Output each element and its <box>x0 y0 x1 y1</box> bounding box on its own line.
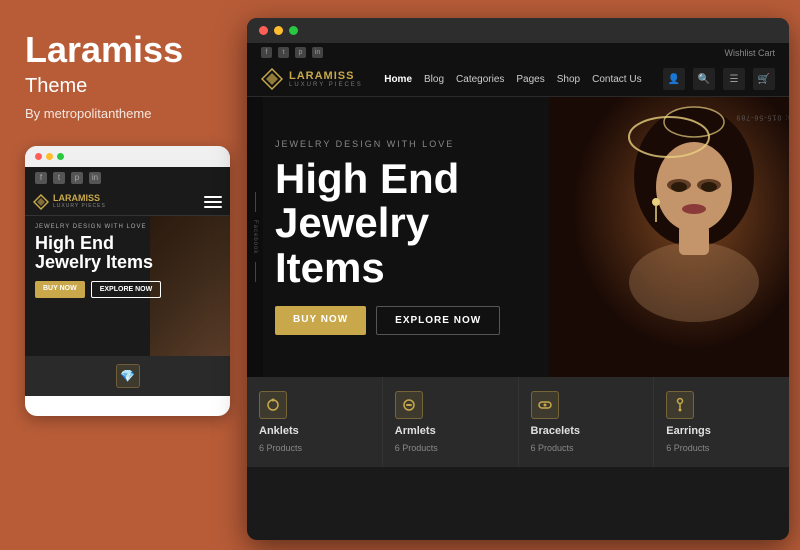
mobile-explore-button[interactable]: EXPLORE NOW <box>91 281 162 298</box>
mobile-social-bar: f t p in <box>25 167 230 189</box>
hero-content: JEWELRY DESIGN WITH LOVE High End Jewelr… <box>247 119 549 354</box>
brand-title: Laramiss <box>25 30 210 70</box>
hamburger-line-1 <box>204 196 222 198</box>
mobile-category-icon: 💎 <box>116 364 140 388</box>
hero-title: High End Jewelry Items <box>275 157 529 289</box>
brand-subtitle: Theme <box>25 75 210 98</box>
mobile-logo-icon <box>33 194 49 210</box>
left-panel: Laramiss Theme By metropolitantheme f t … <box>0 0 235 550</box>
nav-cart-icon[interactable]: 🛒 <box>753 68 775 90</box>
browser-linkedin-icon[interactable]: in <box>312 47 323 58</box>
browser-facebook-icon[interactable]: f <box>261 47 272 58</box>
browser-nav: LARAMISS LUXURY PIECES Home Blog Categor… <box>247 62 789 97</box>
hero-label: JEWELRY DESIGN WITH LOVE <box>275 139 529 149</box>
nav-link-contact[interactable]: Contact Us <box>592 74 641 85</box>
nav-link-home[interactable]: Home <box>384 74 412 85</box>
hero-figure <box>549 97 789 377</box>
mobile-facebook-icon: f <box>35 172 47 184</box>
hero-buy-now-button[interactable]: BUY NOW <box>275 306 366 335</box>
mobile-logo: LARAMISS LUXURY PIECES <box>33 194 106 210</box>
nav-links: Home Blog Categories Pages Shop Contact … <box>384 74 641 85</box>
mobile-nav: LARAMISS LUXURY PIECES <box>25 189 230 216</box>
nav-logo-sub: LUXURY PIECES <box>289 82 363 88</box>
nav-search-icon[interactable]: 🔍 <box>693 68 715 90</box>
nav-logo-text: LARAMISS LUXURY PIECES <box>289 71 363 88</box>
mobile-dot-green <box>57 153 64 160</box>
hero-left-strip: Facebook <box>247 97 263 377</box>
browser-pinterest-icon[interactable]: p <box>295 47 306 58</box>
mobile-buy-now-button[interactable]: BUY NOW <box>35 281 85 298</box>
armlets-count: 6 Products <box>395 443 438 453</box>
strip-line-top <box>255 192 256 212</box>
browser-wishlist-cart[interactable]: Wishlist Cart <box>724 48 775 58</box>
earrings-count: 6 Products <box>666 443 709 453</box>
browser-dot-yellow <box>274 26 283 35</box>
mobile-bottom-bar: 💎 <box>25 356 230 396</box>
bracelets-name: Bracelets <box>531 425 581 437</box>
mobile-twitter-icon: t <box>53 172 65 184</box>
earrings-icon <box>666 391 694 419</box>
hamburger-icon[interactable] <box>204 196 222 208</box>
mobile-mockup: f t p in LARAMISS LUXURY PIECES <box>25 146 230 416</box>
mobile-pinterest-icon: p <box>71 172 83 184</box>
category-armlets[interactable]: Armlets 6 Products <box>383 377 519 467</box>
hero-buttons: BUY NOW EXPLORE NOW <box>275 306 529 335</box>
hero-explore-button[interactable]: EXPLORE NOW <box>376 306 500 335</box>
strip-line-bottom <box>255 262 256 282</box>
mobile-logo-text: LARAMISS <box>53 194 106 203</box>
browser-dot-green <box>289 26 298 35</box>
anklets-name: Anklets <box>259 425 299 437</box>
mobile-hero-buttons: BUY NOW EXPLORE NOW <box>35 281 220 298</box>
browser-social-bar: f t p in Wishlist Cart <box>247 43 789 62</box>
mobile-dot-red <box>35 153 42 160</box>
hamburger-line-3 <box>204 206 222 208</box>
anklets-icon <box>259 391 287 419</box>
categories-row: Anklets 6 Products Armlets 6 Products Br… <box>247 377 789 467</box>
mobile-dot-yellow <box>46 153 53 160</box>
browser-titlebar <box>247 18 789 43</box>
mobile-hero-title: High End Jewelry Items <box>35 234 220 274</box>
hero-side-text: Call Us on: 015-56-789 <box>736 114 790 121</box>
armlets-name: Armlets <box>395 425 436 437</box>
browser-twitter-icon[interactable]: t <box>278 47 289 58</box>
browser-mockup: f t p in Wishlist Cart LARAMISS LUXURY P… <box>247 18 789 540</box>
browser-hero: Facebook JEWELRY DESIGN WITH LOVE High E… <box>247 97 789 377</box>
mobile-titlebar <box>25 146 230 167</box>
nav-link-categories[interactable]: Categories <box>456 74 504 85</box>
nav-link-blog[interactable]: Blog <box>424 74 444 85</box>
mobile-hero-label: JEWELRY DESIGN WITH LOVE <box>35 224 220 230</box>
brand-by: By metropolitantheme <box>25 106 210 121</box>
category-bracelets[interactable]: Bracelets 6 Products <box>519 377 655 467</box>
nav-logo-icon <box>261 68 283 90</box>
nav-account-icon[interactable]: 👤 <box>663 68 685 90</box>
armlets-icon <box>395 391 423 419</box>
bracelets-icon <box>531 391 559 419</box>
category-anklets[interactable]: Anklets 6 Products <box>247 377 383 467</box>
nav-logo: LARAMISS LUXURY PIECES <box>261 68 363 90</box>
mobile-hero: JEWELRY DESIGN WITH LOVE High End Jewelr… <box>25 216 230 356</box>
nav-icons: 👤 🔍 ☰ 🛒 <box>663 68 775 90</box>
nav-logo-main: LARAMISS <box>289 71 363 82</box>
anklets-count: 6 Products <box>259 443 302 453</box>
strip-label: Facebook <box>252 220 258 254</box>
nav-link-shop[interactable]: Shop <box>557 74 580 85</box>
bracelets-count: 6 Products <box>531 443 574 453</box>
category-earrings[interactable]: Earrings 6 Products <box>654 377 789 467</box>
browser-dot-red <box>259 26 268 35</box>
hamburger-line-2 <box>204 201 222 203</box>
browser-social-icons: f t p in <box>261 47 323 58</box>
hero-image: Call Us on: 015-56-789 <box>549 97 789 377</box>
earrings-name: Earrings <box>666 425 711 437</box>
mobile-linkedin-icon: in <box>89 172 101 184</box>
nav-link-pages[interactable]: Pages <box>516 74 544 85</box>
mobile-logo-sub: LUXURY PIECES <box>53 203 106 209</box>
nav-menu-icon[interactable]: ☰ <box>723 68 745 90</box>
